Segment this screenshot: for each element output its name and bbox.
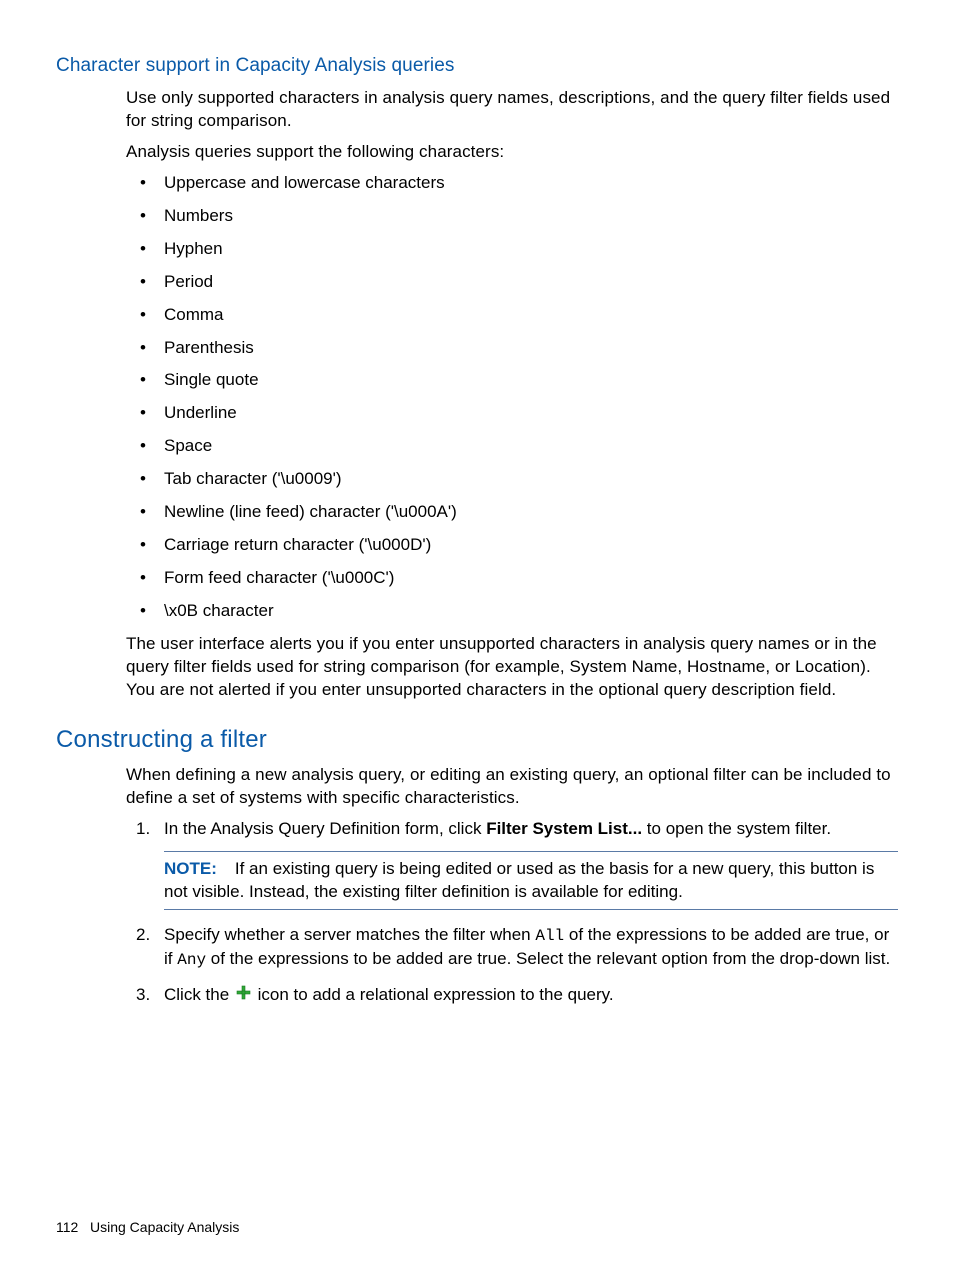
list-item: Parenthesis <box>134 337 898 360</box>
list-item: Uppercase and lowercase characters <box>134 172 898 195</box>
list-item: Single quote <box>134 369 898 392</box>
list-item: Underline <box>134 402 898 425</box>
list-item: Space <box>134 435 898 458</box>
bold-text: Filter System List... <box>486 819 642 838</box>
step-text: icon to add a relational expression to t… <box>253 985 614 1004</box>
chapter-title: Using Capacity Analysis <box>90 1219 239 1235</box>
list-item: \x0B character <box>134 600 898 623</box>
list-item: Numbers <box>134 205 898 228</box>
section2-body: When defining a new analysis query, or e… <box>126 764 898 1007</box>
paragraph: Use only supported characters in analysi… <box>126 87 898 133</box>
paragraph: When defining a new analysis query, or e… <box>126 764 898 810</box>
list-item: Form feed character ('\u000C') <box>134 567 898 590</box>
list-item: Comma <box>134 304 898 327</box>
list-item: Carriage return character ('\u000D') <box>134 534 898 557</box>
list-item: Hyphen <box>134 238 898 261</box>
list-item: Newline (line feed) character ('\u000A') <box>134 501 898 524</box>
heading-constructing-filter: Constructing a filter <box>56 726 898 754</box>
step-text: Click the <box>164 985 234 1004</box>
note-label: NOTE: <box>164 859 217 878</box>
page-number: 112 <box>56 1219 78 1235</box>
mono-text: Any <box>177 951 206 969</box>
section1-body: Use only supported characters in analysi… <box>126 87 898 702</box>
step-text: to open the system filter. <box>642 819 831 838</box>
step-item: Click the icon to add a relational expre… <box>134 984 898 1007</box>
step-item: Specify whether a server matches the fil… <box>134 924 898 971</box>
heading-character-support: Character support in Capacity Analysis q… <box>56 55 898 77</box>
page-footer: 112 Using Capacity Analysis <box>56 1219 239 1235</box>
list-item: Tab character ('\u0009') <box>134 468 898 491</box>
list-item: Period <box>134 271 898 294</box>
note-box: NOTE:If an existing query is being edite… <box>164 851 898 911</box>
step-text: of the expressions to be added are true.… <box>206 949 890 968</box>
paragraph: Analysis queries support the following c… <box>126 141 898 164</box>
mono-text: All <box>535 927 564 945</box>
paragraph: The user interface alerts you if you ent… <box>126 633 898 702</box>
plus-icon <box>236 984 251 1007</box>
note-text: If an existing query is being edited or … <box>164 859 874 901</box>
document-page: Character support in Capacity Analysis q… <box>0 0 954 1271</box>
step-text: In the Analysis Query Definition form, c… <box>164 819 486 838</box>
filter-steps-list: In the Analysis Query Definition form, c… <box>126 818 898 1007</box>
step-item: In the Analysis Query Definition form, c… <box>134 818 898 911</box>
supported-characters-list: Uppercase and lowercase characters Numbe… <box>126 172 898 623</box>
step-text: Specify whether a server matches the fil… <box>164 925 535 944</box>
